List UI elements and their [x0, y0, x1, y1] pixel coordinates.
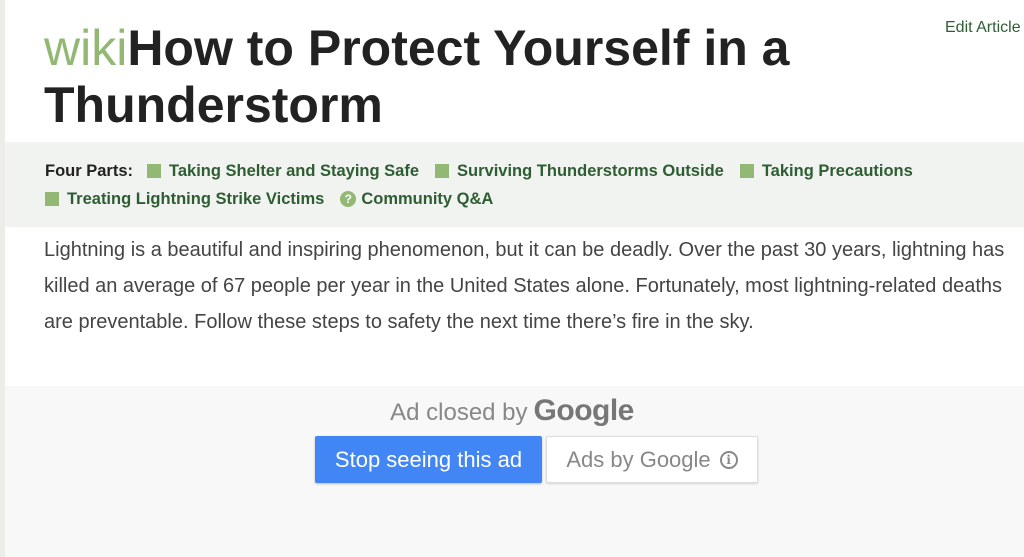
google-logo: Google — [533, 394, 635, 427]
toc-part-label: Surviving Thunderstorms Outside — [457, 161, 724, 180]
toc-part-label: Treating Lightning Strike Victims — [67, 189, 325, 208]
toc-qa-label: Community Q&A — [361, 189, 494, 208]
wikihow-logo-prefix: wiki — [44, 20, 128, 76]
page-title: wikiHow to Protect Yourself in a Thunder… — [44, 20, 924, 134]
green-square-icon — [45, 192, 59, 206]
stop-seeing-ad-button[interactable]: Stop seeing this ad — [315, 436, 542, 483]
question-circle-icon: ? — [340, 191, 357, 207]
toc-row: Treating Lightning Strike Victims ? Commu… — [45, 185, 1024, 213]
toc-part-label: Taking Precautions — [761, 161, 913, 180]
toc-lead-label: Four Parts: — [45, 161, 134, 180]
toc-part-treating-victims[interactable]: Treating Lightning Strike Victims — [45, 190, 324, 209]
ads-by-google-label: Ads by Google — [566, 446, 711, 472]
green-square-icon — [739, 164, 754, 178]
toc-row: Four Parts: Taking Shelter and Staying S… — [45, 157, 1024, 185]
toc-part-taking-shelter[interactable]: Taking Shelter and Staying Safe — [147, 162, 419, 181]
intro-paragraph: Lightning is a beautiful and inspiring p… — [44, 239, 1005, 333]
edit-article-link[interactable]: Edit Article — [945, 19, 1021, 37]
article-title: How to Protect Yourself in a Thunderstor… — [44, 20, 790, 133]
toc-part-taking-precautions[interactable]: Taking Precautions — [739, 161, 913, 181]
toc-part-surviving-outside[interactable]: Surviving Thunderstorms Outside — [435, 162, 724, 181]
green-square-icon — [147, 164, 162, 178]
toc-community-qa[interactable]: ? Community Q&A — [340, 190, 493, 209]
info-icon: i — [719, 450, 738, 469]
ads-by-google-button[interactable]: Ads by Google i — [546, 436, 758, 483]
ad-closed-message: Ad closed by Google — [0, 394, 1024, 428]
green-square-icon — [435, 164, 450, 178]
ad-closed-text: Ad closed by — [390, 399, 528, 426]
toc-part-label: Taking Shelter and Staying Safe — [169, 161, 420, 180]
table-of-contents: Four Parts: Taking Shelter and Staying S… — [5, 142, 1024, 227]
